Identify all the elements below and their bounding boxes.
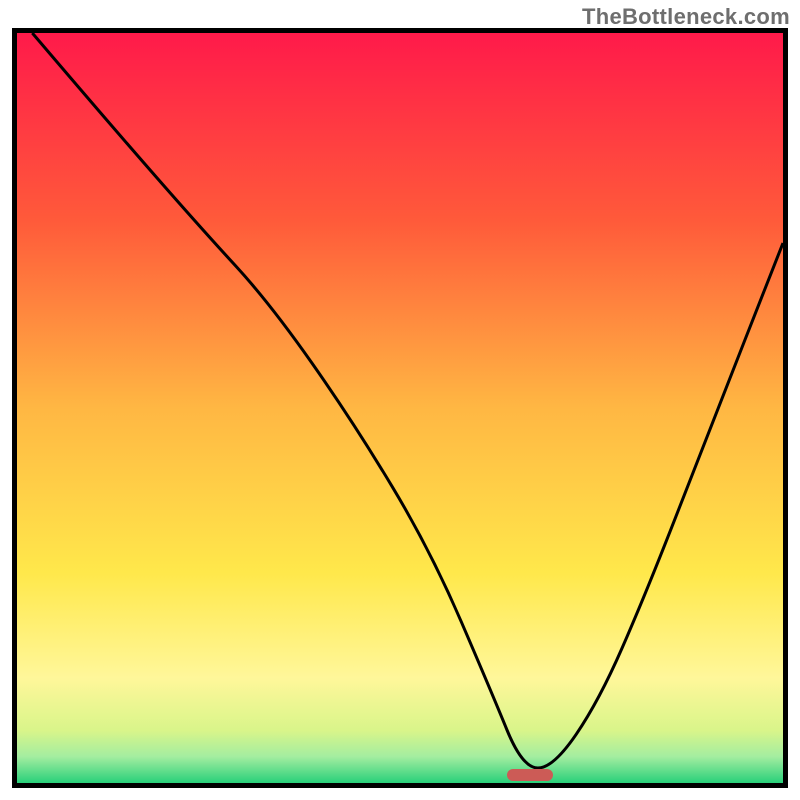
chart-svg xyxy=(17,33,783,783)
plot-area xyxy=(12,28,788,788)
chart-container: TheBottleneck.com xyxy=(0,0,800,800)
watermark-text: TheBottleneck.com xyxy=(582,4,790,30)
gradient-bg xyxy=(17,33,783,783)
optimum-marker xyxy=(507,769,553,781)
